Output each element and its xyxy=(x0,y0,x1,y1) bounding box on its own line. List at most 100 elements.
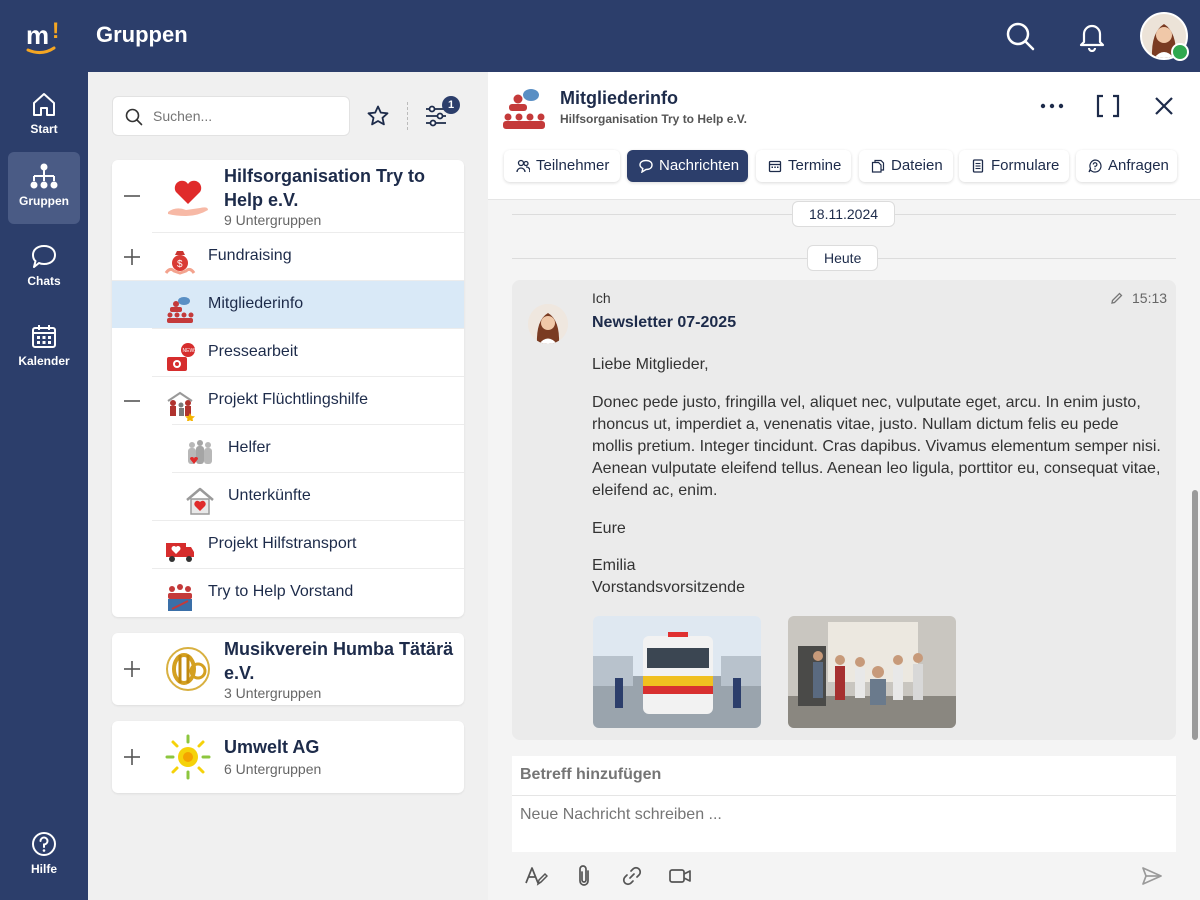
text-format-icon[interactable] xyxy=(524,864,548,888)
members-info-icon xyxy=(167,297,194,323)
expand-plus-icon[interactable] xyxy=(122,659,142,679)
edit-pencil-icon[interactable] xyxy=(1110,291,1124,305)
nav-label: Hilfe xyxy=(30,862,57,876)
nav-label: Gruppen xyxy=(19,194,69,208)
subgroup-row-vorstand[interactable]: Try to Help Vorstand xyxy=(152,568,464,616)
subgroup-row-unterkuenfte[interactable]: Unterkünfte xyxy=(172,472,464,520)
tab-nachrichten[interactable]: Nachrichten xyxy=(627,150,748,182)
tab-label: Dateien xyxy=(891,157,943,174)
group-card[interactable]: Musikverein Humba Tätärä e.V. 3 Untergru… xyxy=(112,633,464,705)
subject-field-container[interactable] xyxy=(512,756,1176,796)
press-camera-icon: NEWS xyxy=(167,343,196,371)
close-icon[interactable] xyxy=(1150,92,1178,120)
nav-label: Chats xyxy=(27,274,61,288)
subgroup-row-mitgliederinfo[interactable]: Mitgliederinfo xyxy=(112,280,464,328)
tab-dateien[interactable]: Dateien xyxy=(859,150,953,182)
expand-plus-icon[interactable] xyxy=(122,747,142,767)
message-item[interactable]: Ich 15:13 Newsletter 07-2025 Liebe Mitgl… xyxy=(512,280,1176,740)
send-icon[interactable] xyxy=(1140,864,1164,888)
subgroup-label: Try to Help Vorstand xyxy=(208,583,354,600)
subgroup-row-projekt-fluechtlingshilfe[interactable]: Projekt Flüchtlingshilfe xyxy=(124,376,464,424)
collapse-minus-icon[interactable] xyxy=(122,391,142,411)
tab-teilnehmer[interactable]: Teilnehmer xyxy=(504,150,620,182)
tab-label: Termine xyxy=(788,157,842,174)
paperclip-icon[interactable] xyxy=(572,864,596,888)
tab-termine[interactable]: Termine xyxy=(756,150,851,182)
message-body: Donec pede justo, fringilla vel, aliquet… xyxy=(592,394,1161,499)
link-icon[interactable] xyxy=(620,864,644,888)
expand-view-icon[interactable] xyxy=(1094,92,1122,120)
detail-title: Mitgliederinfo xyxy=(560,88,678,108)
nav-chats[interactable]: Chats xyxy=(8,232,80,304)
video-camera-icon[interactable] xyxy=(668,864,692,888)
fundraising-money-bag-icon: $ xyxy=(164,251,196,275)
group-subgroup-count: 9 Untergruppen xyxy=(224,212,322,228)
attachment-image-volunteers[interactable] xyxy=(788,616,956,728)
message-timestamp: 15:13 xyxy=(1132,290,1168,306)
message-greeting: Liebe Mitglieder, xyxy=(592,356,709,373)
nav-label: Start xyxy=(30,122,58,136)
subgroup-row-projekt-hilfstransport[interactable]: Projekt Hilfstransport xyxy=(152,520,464,568)
nav-kalender[interactable]: Kalender xyxy=(8,312,80,384)
group-subgroup-count: 6 Untergruppen xyxy=(224,761,322,777)
group-logo-sun xyxy=(165,734,211,780)
group-detail-panel: Mitgliederinfo Hilfsorganisation Try to … xyxy=(488,72,1200,900)
subgroup-row-helfer[interactable]: Helfer xyxy=(172,424,464,472)
svg-text:m: m xyxy=(26,20,49,50)
tab-formulare[interactable]: Formulare xyxy=(959,150,1069,182)
group-card: Hilfsorganisation Try to Help e.V. 9 Unt… xyxy=(112,160,464,617)
favorites-star-icon[interactable] xyxy=(366,104,390,128)
date-separator: Heute xyxy=(807,245,879,271)
group-card-header[interactable]: Umwelt AG 6 Untergruppen xyxy=(112,721,464,793)
home-icon xyxy=(33,93,55,116)
message-list[interactable]: 18.11.2024 Heute Ich 15:13 Newsletter 07… xyxy=(488,200,1200,740)
date-separator: 18.11.2024 xyxy=(792,201,896,227)
tab-label: Formulare xyxy=(991,157,1060,174)
chat-bubble-icon xyxy=(639,159,653,173)
subgroup-row-fundraising[interactable]: $ Fundraising xyxy=(124,232,464,280)
expand-plus-icon[interactable] xyxy=(122,247,142,267)
search-icon[interactable] xyxy=(1004,20,1036,52)
search-input[interactable] xyxy=(153,105,333,127)
message-sender: Ich xyxy=(592,290,611,306)
help-icon xyxy=(32,832,56,856)
nav-start[interactable]: Start xyxy=(8,80,80,152)
helpers-crowd-icon xyxy=(188,440,212,464)
svg-text:!: ! xyxy=(52,18,59,43)
group-title: Musikverein Humba Tätärä e.V. xyxy=(224,639,454,683)
subgroup-label: Fundraising xyxy=(208,247,292,264)
bell-icon[interactable] xyxy=(1076,20,1108,52)
message-scrollbar[interactable] xyxy=(1192,490,1198,740)
group-card-header[interactable]: Musikverein Humba Tätärä e.V. 3 Untergru… xyxy=(112,633,464,705)
message-signature-name: Emilia xyxy=(592,557,636,574)
group-list-panel: 1 Hilfsorganisation Try to Help e.V. 9 U… xyxy=(88,72,488,900)
nav-hilfe[interactable]: Hilfe xyxy=(8,820,80,892)
group-logo-brass-instrument xyxy=(166,647,210,691)
message-input[interactable] xyxy=(520,806,1160,836)
more-options-icon[interactable] xyxy=(1038,92,1066,120)
toolbar-divider xyxy=(407,102,408,130)
group-card-header[interactable]: Hilfsorganisation Try to Help e.V. 9 Unt… xyxy=(112,160,464,232)
tab-label: Nachrichten xyxy=(659,157,740,174)
attachment-image-ambulance[interactable] xyxy=(593,616,761,728)
subgroup-label: Unterkünfte xyxy=(228,487,311,504)
board-team-icon xyxy=(168,584,192,611)
nav-label: Kalender xyxy=(18,354,70,368)
users-icon xyxy=(516,159,530,173)
subgroup-label: Mitgliederinfo xyxy=(208,295,304,312)
subgroup-row-pressearbeit[interactable]: NEWS Pressearbeit xyxy=(152,328,464,376)
page-title: Gruppen xyxy=(96,22,188,47)
detail-header: Mitgliederinfo Hilfsorganisation Try to … xyxy=(488,72,1200,200)
tab-anfragen[interactable]: Anfragen xyxy=(1076,150,1177,182)
message-field-container[interactable] xyxy=(512,796,1176,852)
collapse-minus-icon[interactable] xyxy=(122,186,142,206)
group-card[interactable]: Umwelt AG 6 Untergruppen xyxy=(112,721,464,793)
app-logo[interactable]: m ! xyxy=(22,14,66,58)
subject-input[interactable] xyxy=(520,766,1160,784)
nav-gruppen[interactable]: Gruppen xyxy=(8,152,80,224)
refugee-family-icon xyxy=(167,391,195,421)
calendar-icon xyxy=(768,160,782,173)
search-box[interactable] xyxy=(112,96,350,136)
transport-truck-icon xyxy=(166,543,194,562)
subgroup-label: Projekt Hilfstransport xyxy=(208,535,357,552)
